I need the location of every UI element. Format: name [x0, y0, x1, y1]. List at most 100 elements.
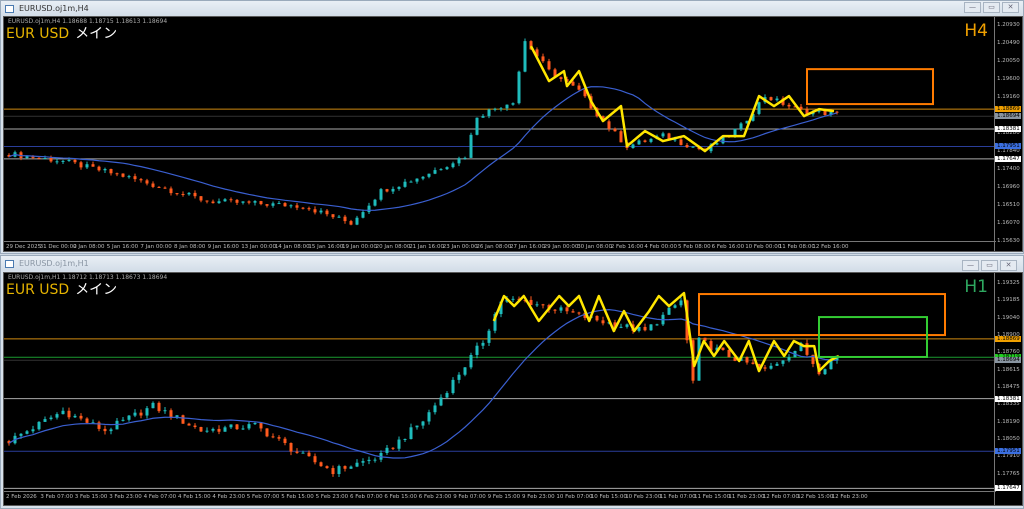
- candle-body: [79, 162, 83, 168]
- candle-body: [559, 307, 563, 311]
- candle-body: [451, 163, 455, 168]
- time-tick-label: 8 Jan 08:00: [174, 244, 206, 250]
- time-tick-label: 10 Feb 07:00: [556, 494, 593, 500]
- candle-body: [739, 123, 743, 129]
- symbol-label: EUR USD メイン: [6, 23, 117, 43]
- candle-body: [487, 109, 491, 117]
- candle-body: [307, 208, 311, 210]
- zone-box: [818, 316, 928, 358]
- candle-body: [199, 196, 203, 201]
- price-axis[interactable]: 1.193251.191851.190401.189001.187601.186…: [994, 273, 1022, 505]
- candle-body: [457, 158, 461, 164]
- candle-body: [103, 169, 107, 171]
- time-tick-label: 2 Jan 08:00: [73, 244, 105, 250]
- price-chart[interactable]: [4, 273, 996, 491]
- chart-panel[interactable]: EURUSD.oj1m,H1 1.18712 1.18713 1.18673 1…: [3, 272, 1023, 506]
- candle-body: [475, 345, 479, 355]
- restore-button[interactable]: ▭: [983, 2, 1000, 13]
- window-titlebar[interactable]: EURUSD.oj1m,H4: [1, 1, 1023, 16]
- price-tick-label: 1.19040: [997, 314, 1020, 321]
- price-tick-label: 1.19160: [997, 94, 1020, 101]
- candle-body: [463, 367, 467, 375]
- candle-body: [409, 181, 413, 183]
- window-titlebar[interactable]: EURUSD.oj1m,H1: [1, 256, 1023, 271]
- candle-body: [595, 315, 599, 321]
- time-tick-label: 12 Feb 07:00: [762, 494, 799, 500]
- candle-body: [481, 116, 485, 118]
- time-tick-label: 6 Feb 16:00: [711, 244, 745, 250]
- time-axis[interactable]: 29 Dec 2025 31 Dec 00:00 2 Jan 08:00 5 Jan …: [4, 241, 996, 251]
- candle-body: [49, 417, 53, 420]
- candle-body: [283, 203, 287, 207]
- moving-average-line: [8, 86, 838, 211]
- candle-body: [193, 425, 197, 428]
- time-tick-label: 29 Dec 2025: [6, 244, 42, 250]
- candle-body: [259, 423, 263, 429]
- time-tick-label: 3 Feb 23:00: [109, 494, 142, 500]
- candle-body: [481, 342, 485, 346]
- candle-body: [433, 405, 437, 413]
- chart-window-h1[interactable]: EURUSD.oj1m,H1 — ▭ ✕ EURUSD.oj1m,H1 1.18…: [0, 255, 1024, 509]
- candle-body: [223, 199, 227, 202]
- candle-body: [391, 447, 395, 449]
- candle-body: [679, 139, 683, 145]
- time-tick-label: 20 Jan 08:00: [375, 244, 411, 250]
- candle-body: [223, 427, 227, 432]
- candle-body: [151, 402, 155, 409]
- candle-body: [115, 173, 119, 175]
- chart-window-h4[interactable]: EURUSD.oj1m,H4 — ▭ ✕ EURUSD.oj1m,H4 1.18…: [0, 0, 1024, 254]
- candle-body: [301, 452, 305, 454]
- candle-body: [247, 424, 251, 429]
- candle-body: [229, 199, 233, 201]
- minimize-button[interactable]: —: [964, 2, 981, 13]
- restore-button[interactable]: ▭: [981, 260, 998, 271]
- candle-body: [163, 410, 167, 412]
- time-tick-label: 9 Feb 23:00: [522, 494, 555, 500]
- time-tick-label: 3 Feb 15:00: [74, 494, 108, 500]
- candle-body: [205, 200, 209, 202]
- time-tick-label: 5 Jan 16:00: [106, 244, 139, 250]
- candle-body: [391, 188, 395, 192]
- price-chart[interactable]: [4, 17, 996, 241]
- price-tick-label: 1.19325: [997, 280, 1020, 287]
- close-button[interactable]: ✕: [1000, 260, 1017, 271]
- candle-body: [373, 459, 377, 461]
- candle-body: [385, 447, 389, 454]
- close-button[interactable]: ✕: [1002, 2, 1019, 13]
- candle-body: [571, 81, 575, 86]
- zone-box: [806, 68, 934, 106]
- candle-body: [109, 169, 113, 174]
- time-tick-label: 4 Feb 07:00: [143, 494, 177, 500]
- candle-body: [733, 128, 737, 136]
- candle-body: [343, 216, 347, 222]
- time-tick-label: 29 Jan 00:00: [543, 244, 579, 250]
- candle-body: [649, 324, 653, 331]
- candle-body: [217, 428, 221, 432]
- chart-panel[interactable]: EURUSD.oj1m,H4 1.18688 1.18715 1.18613 1…: [3, 16, 1023, 252]
- time-tick-label: 4 Feb 00:00: [644, 244, 677, 250]
- price-axis[interactable]: 1.20930 1.20490 1.20050 1.19600 1.19160 1.182…: [994, 17, 1022, 251]
- time-tick-label: 12 Feb 23:00: [831, 494, 868, 500]
- candle-body: [577, 85, 581, 90]
- price-tick-label: 1.20490: [997, 40, 1020, 47]
- candle-body: [253, 201, 257, 203]
- candle-body: [355, 217, 359, 225]
- candle-body: [313, 456, 317, 463]
- candle-body: [619, 326, 623, 328]
- time-tick-label: 31 Dec 00:00: [39, 244, 77, 250]
- candle-body: [781, 360, 785, 364]
- candle-body: [673, 305, 677, 308]
- time-tick-label: 4 Feb 23:00: [212, 494, 245, 500]
- candle-body: [535, 304, 539, 306]
- time-axis[interactable]: 2 Feb 2026 3 Feb 07:00 3 Feb 15:00 3 Feb 23…: [4, 491, 996, 503]
- price-level-label: 1.18381: [995, 125, 1021, 132]
- candle-body: [751, 362, 755, 364]
- minimize-button[interactable]: —: [962, 260, 979, 271]
- candle-body: [187, 423, 191, 426]
- candle-body: [577, 312, 581, 314]
- candle-body: [277, 203, 281, 205]
- time-tick-label: 9 Jan 16:00: [207, 244, 239, 250]
- candle-body: [67, 159, 71, 161]
- candle-body: [61, 410, 65, 415]
- price-level-label: 1.18381: [995, 395, 1021, 402]
